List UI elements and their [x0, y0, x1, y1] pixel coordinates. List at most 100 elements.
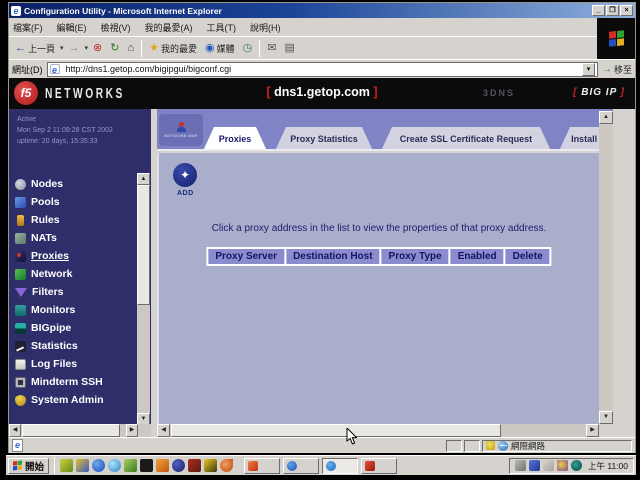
refresh-button[interactable]: ↻: [107, 39, 122, 58]
network-map-label: NETWORK MAP: [164, 133, 198, 138]
scrollbar-thumb[interactable]: [22, 424, 120, 437]
sidebar-item-nats[interactable]: NATs: [15, 229, 137, 247]
refresh-icon: ↻: [110, 43, 119, 54]
content-frame: NETWORK MAP Proxies Proxy Statistics Cre…: [157, 109, 635, 437]
menu-favorites[interactable]: 我的最愛(A): [145, 21, 193, 34]
scroll-up-icon[interactable]: ▲: [599, 111, 613, 124]
tray-icon-2[interactable]: [529, 460, 540, 471]
menu-tools[interactable]: 工具(T): [207, 21, 237, 34]
quicklaunch-icon-5[interactable]: [124, 459, 137, 472]
print-button[interactable]: ▤: [281, 39, 297, 58]
tray-icon-3[interactable]: [543, 460, 554, 471]
address-dropdown[interactable]: ▾: [582, 63, 595, 76]
quicklaunch-icon-3[interactable]: [92, 459, 105, 472]
tab-create-ssl-certificate-request[interactable]: Create SSL Certificate Request: [381, 127, 551, 151]
forward-button[interactable]: →: [66, 39, 83, 58]
menu-view[interactable]: 檢視(V): [101, 21, 131, 34]
quicklaunch-icon-4[interactable]: [108, 459, 121, 472]
stop-button[interactable]: ⊗: [90, 39, 105, 58]
mail-button[interactable]: ✉: [264, 39, 279, 58]
menu-file[interactable]: 檔案(F): [13, 21, 43, 34]
sidebar-item-bigpipe[interactable]: BIGpipe: [15, 319, 137, 337]
taskbar-button-4[interactable]: [361, 458, 397, 474]
tab-proxy-statistics[interactable]: Proxy Statistics: [275, 127, 373, 151]
scrollbar-thumb[interactable]: [171, 424, 501, 437]
favorites-button[interactable]: ★我的最愛: [146, 39, 200, 58]
quicklaunch-icon-6[interactable]: [140, 459, 153, 472]
tray-icon-5[interactable]: [571, 460, 582, 471]
quicklaunch-icon-9[interactable]: [188, 459, 201, 472]
column-proxy-server: Proxy Server: [208, 249, 284, 264]
sidebar-item-system-admin[interactable]: System Admin: [15, 391, 137, 409]
sidebar-item-statistics[interactable]: Statistics: [15, 337, 137, 355]
quicklaunch-icon-11[interactable]: [220, 459, 233, 472]
scrollbar-thumb[interactable]: [137, 185, 150, 305]
app-icon: [248, 461, 258, 471]
media-button[interactable]: ◉媒體: [202, 39, 238, 58]
alert-icon: [486, 441, 495, 450]
quicklaunch-icon-10[interactable]: [204, 459, 217, 472]
forward-icon: →: [69, 43, 80, 54]
close-button[interactable]: ×: [620, 5, 633, 16]
restore-button[interactable]: ❐: [606, 5, 619, 16]
sidebar-item-nodes[interactable]: Nodes: [15, 175, 137, 193]
add-proxy-button[interactable]: ✦: [173, 163, 197, 187]
go-button[interactable]: →移至: [602, 63, 632, 76]
address-input-wrap: e ▾: [47, 62, 598, 77]
app-icon: [287, 461, 297, 471]
sidebar-item-monitors[interactable]: Monitors: [15, 301, 137, 319]
sidebar-vertical-scrollbar[interactable]: ▲ ▼: [137, 173, 150, 425]
taskbar-button-2[interactable]: [283, 458, 319, 474]
sidebar-item-log-files[interactable]: Log Files: [15, 355, 137, 373]
sidebar-item-proxies[interactable]: Proxies: [15, 247, 137, 265]
quicklaunch-icon-1[interactable]: [60, 459, 73, 472]
scroll-down-icon[interactable]: ▼: [599, 411, 613, 424]
mail-icon: ✉: [267, 43, 276, 54]
network-icon: [15, 269, 26, 280]
scroll-right-icon[interactable]: ▶: [586, 424, 599, 437]
history-button[interactable]: ◷: [240, 39, 256, 58]
favorites-icon: ★: [149, 43, 159, 54]
link-bigip[interactable]: [ BIG IP ]: [573, 87, 625, 98]
title-bar: e Configuration Utility - Microsoft Inte…: [9, 3, 635, 18]
sidebar-item-filters[interactable]: Filters: [15, 283, 137, 301]
status-bar: e 網際網路: [9, 437, 635, 453]
content-horizontal-scrollbar[interactable]: ◀ ▶: [157, 424, 599, 437]
sidebar-item-pools[interactable]: Pools: [15, 193, 137, 211]
sidebar-item-mindterm-ssh[interactable]: Mindterm SSH: [15, 373, 137, 391]
content-vertical-scrollbar[interactable]: ▲ ▼: [599, 111, 613, 424]
back-dropdown[interactable]: ▾: [60, 44, 64, 52]
start-button[interactable]: 開始: [8, 458, 49, 474]
tab-proxies[interactable]: Proxies: [203, 127, 267, 151]
windows-flag-icon: [13, 461, 22, 471]
tray-icon-4[interactable]: [557, 460, 568, 471]
quicklaunch-icon-7[interactable]: [156, 459, 169, 472]
taskbar-button-1[interactable]: [244, 458, 280, 474]
sidebar-horizontal-scrollbar[interactable]: ◀ ▶: [9, 424, 151, 437]
tray-icon-1[interactable]: [515, 460, 526, 471]
plus-icon: ✦: [180, 168, 190, 182]
quicklaunch-icon-2[interactable]: [76, 459, 89, 472]
bigpipe-icon: [15, 323, 26, 334]
link-3dns[interactable]: 3DNS: [483, 88, 515, 98]
ie-throbber: [597, 18, 635, 59]
home-button[interactable]: ⌂: [124, 39, 137, 58]
quicklaunch-icon-8[interactable]: [172, 459, 185, 472]
sidebar-item-network[interactable]: Network: [15, 265, 137, 283]
menu-help[interactable]: 說明(H): [250, 21, 281, 34]
scroll-up-icon[interactable]: ▲: [137, 173, 150, 185]
taskbar-separator: [54, 457, 55, 474]
back-button[interactable]: ←上一頁: [12, 39, 58, 58]
menu-edit[interactable]: 編輯(E): [57, 21, 87, 34]
address-input[interactable]: [66, 63, 579, 75]
sidebar-item-rules[interactable]: Rules: [15, 211, 137, 229]
scroll-left-icon[interactable]: ◀: [157, 424, 170, 437]
nav-tree: Nodes Pools Rules NATs Proxies Network F…: [15, 175, 137, 409]
minimize-button[interactable]: _: [592, 5, 605, 16]
scroll-right-icon[interactable]: ▶: [126, 424, 138, 437]
network-map-button[interactable]: NETWORK MAP: [159, 114, 203, 146]
taskbar-button-3-active[interactable]: [322, 458, 358, 474]
add-button-label: ADD: [177, 190, 194, 197]
forward-dropdown[interactable]: ▾: [85, 44, 89, 52]
scroll-left-icon[interactable]: ◀: [9, 424, 21, 437]
